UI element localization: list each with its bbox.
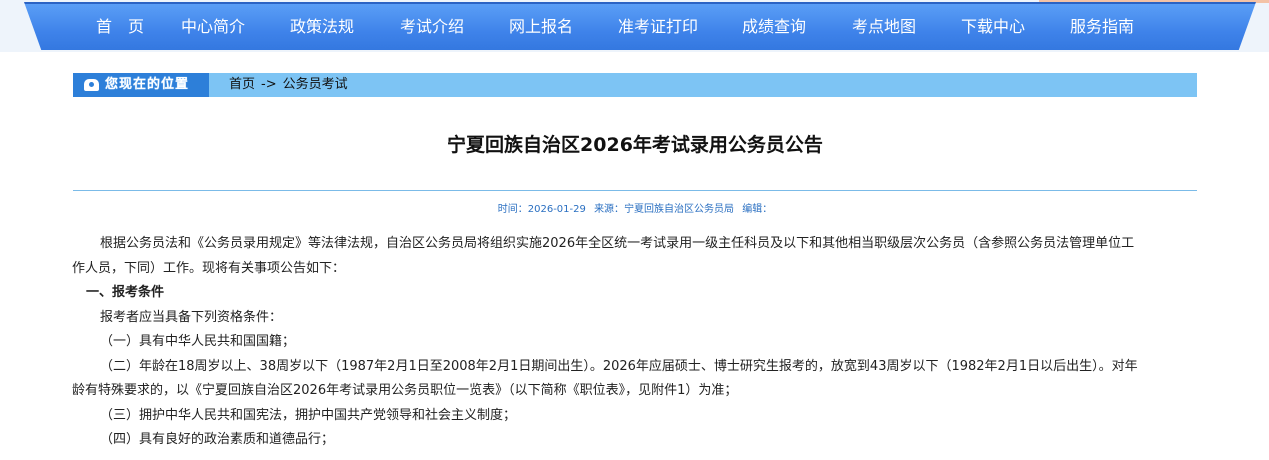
article-body: 根据公务员法和《公务员录用规定》等法律法规，自治区公务员局将组织实施2026年全… bbox=[72, 232, 1198, 453]
meta-time-label: 时间： bbox=[497, 204, 528, 215]
main-nav: 首 页 中心简介 政策法规 考试介绍 网上报名 准考证打印 成绩查询 考点地图 … bbox=[24, 2, 1256, 50]
nav-item-downloads[interactable]: 下载中心 bbox=[961, 4, 1025, 50]
breadcrumb-separator: -> bbox=[261, 77, 277, 92]
nav-item-service-guide[interactable]: 服务指南 bbox=[1070, 4, 1134, 50]
nav-item-about[interactable]: 中心简介 bbox=[181, 4, 245, 50]
nav-item-score-query[interactable]: 成绩查询 bbox=[742, 4, 806, 50]
condition-2-line1: （二）年龄在18周岁以上、38周岁以下（1987年2月1日至2008年2月1日期… bbox=[100, 358, 1138, 374]
location-badge: 您现在的位置 bbox=[73, 73, 209, 97]
paragraph-lead: 报考者应当具备下列资格条件： bbox=[100, 309, 283, 325]
article-meta: 时间：2026-01-29 来源：宁夏回族自治区公务员局 编辑： bbox=[73, 200, 1197, 215]
location-badge-label: 您现在的位置 bbox=[105, 77, 190, 92]
condition-1: （一）具有中华人民共和国国籍； bbox=[100, 334, 296, 349]
nav-item-policy[interactable]: 政策法规 bbox=[290, 4, 354, 50]
meta-source-label: 来源： bbox=[594, 204, 625, 215]
nav-item-exam-intro[interactable]: 考试介绍 bbox=[400, 4, 464, 50]
breadcrumb-trail: 首页 -> 公务员考试 bbox=[229, 73, 348, 97]
paragraph-intro-line2: 作人员，下同）工作。现将有关事项公告如下： bbox=[72, 260, 346, 276]
nav-item-online-signup[interactable]: 网上报名 bbox=[509, 4, 573, 50]
nav-item-site-map[interactable]: 考点地图 bbox=[852, 4, 916, 50]
article-title: 宁夏回族自治区2026年考试录用公务员公告 bbox=[447, 134, 823, 156]
meta-source: 宁夏回族自治区公务员局 bbox=[624, 204, 735, 215]
breadcrumb-home-link[interactable]: 首页 bbox=[229, 77, 255, 92]
condition-4: （四）具有良好的政治素质和道德品行； bbox=[100, 432, 335, 447]
location-flag-icon bbox=[84, 79, 99, 91]
nav-item-admit-card[interactable]: 准考证打印 bbox=[618, 4, 698, 50]
condition-2-line2: 龄有特殊要求的，以《宁夏回族自治区2026年考试录用公务员职位一览表》（以下简称… bbox=[72, 383, 738, 398]
title-divider bbox=[73, 190, 1197, 191]
nav-item-home[interactable]: 首 页 bbox=[96, 4, 144, 50]
breadcrumb-current-link[interactable]: 公务员考试 bbox=[283, 77, 348, 92]
condition-3: （三）拥护中华人民共和国宪法，拥护中国共产党领导和社会主义制度； bbox=[100, 407, 517, 423]
section-heading-eligibility: 一、报考条件 bbox=[86, 285, 165, 300]
breadcrumb: 您现在的位置 首页 -> 公务员考试 bbox=[73, 73, 1197, 97]
meta-editor-label: 编辑： bbox=[742, 204, 773, 215]
paragraph-intro-line1: 根据公务员法和《公务员录用规定》等法律法规，自治区公务员局将组织实施2026年全… bbox=[100, 236, 1135, 251]
meta-time: 2026-01-29 bbox=[527, 204, 586, 215]
